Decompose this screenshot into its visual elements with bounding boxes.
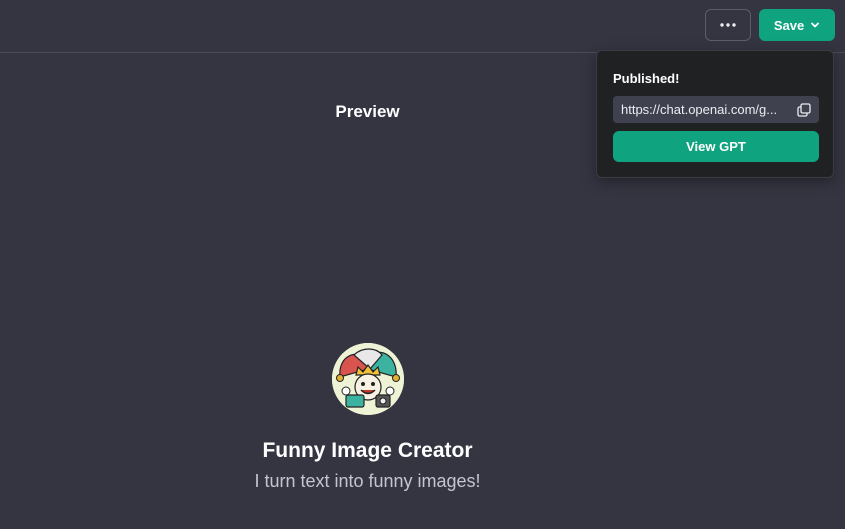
share-link-text: https://chat.openai.com/g... (621, 102, 778, 117)
more-options-button[interactable] (705, 9, 751, 41)
copy-icon[interactable] (797, 102, 811, 117)
save-button-label: Save (773, 17, 805, 33)
save-button[interactable]: Save (759, 9, 835, 41)
view-gpt-button[interactable]: View GPT (613, 131, 819, 162)
gpt-name: Funny Image Creator (262, 439, 473, 462)
share-link-field[interactable]: https://chat.openai.com/g... (613, 96, 819, 123)
top-bar: Save (0, 0, 845, 53)
popover-title: Published! (613, 71, 680, 86)
jester-avatar-image (332, 343, 404, 415)
gpt-description: I turn text into funny images! (254, 471, 481, 491)
gpt-avatar (332, 343, 404, 415)
chevron-down-icon (811, 22, 820, 28)
ellipsis-icon (720, 23, 736, 27)
publish-popover: Published! https://chat.openai.com/g... … (596, 50, 834, 178)
